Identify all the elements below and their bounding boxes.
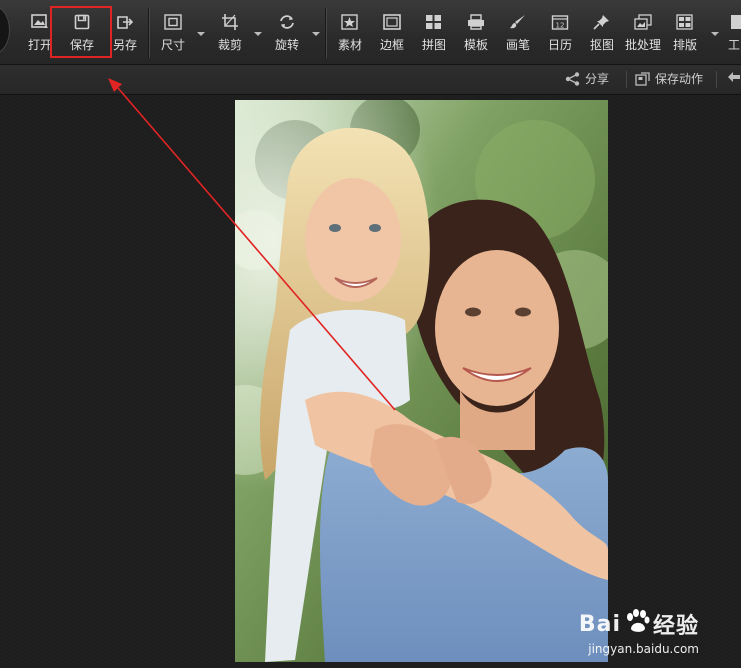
baidu-paw-icon xyxy=(624,609,650,639)
layout-label: 排版 xyxy=(673,38,698,52)
secondary-toolbar: 分享 保存动作 xyxy=(0,65,741,95)
tools-button[interactable]: 工 xyxy=(728,12,741,58)
rotate-dropdown-arrow[interactable] xyxy=(312,32,320,36)
batch-process-label: 批处理 xyxy=(625,38,662,52)
cutout-label: 抠图 xyxy=(590,38,615,52)
undo-arrow-icon xyxy=(728,72,740,82)
template-button[interactable]: 模板 xyxy=(464,12,488,58)
main-toolbar: 打开 保存 另存 尺寸 裁剪 旋转 素材 边框 拼图 模板 画笔 12 日历 抠… xyxy=(0,0,741,65)
collage-button[interactable]: 拼图 xyxy=(422,12,446,58)
crop-icon xyxy=(219,12,241,32)
save-as-icon xyxy=(114,12,136,32)
share-label: 分享 xyxy=(585,72,610,86)
calendar-icon: 12 xyxy=(549,12,571,32)
save-action-button[interactable]: 保存动作 xyxy=(635,70,703,87)
resize-button[interactable]: 尺寸 xyxy=(161,12,185,58)
watermark-brand-right: 经验 xyxy=(652,614,699,639)
share-button[interactable]: 分享 xyxy=(565,70,609,87)
calendar-label: 日历 xyxy=(548,38,573,52)
sticker-button[interactable]: 素材 xyxy=(338,12,362,58)
open-button[interactable]: 打开 xyxy=(28,12,52,58)
subbar-divider xyxy=(626,71,627,88)
image-canvas[interactable]: Bai 经验 jingyan.baidu.com xyxy=(0,95,741,668)
save-action-label: 保存动作 xyxy=(655,72,704,86)
brush-button[interactable]: 画笔 xyxy=(506,12,530,58)
collage-icon xyxy=(423,12,445,32)
svg-text:12: 12 xyxy=(556,22,565,30)
toolbar-divider xyxy=(325,8,326,58)
rotate-label: 旋转 xyxy=(275,38,300,52)
resize-icon xyxy=(162,12,184,32)
crop-button[interactable]: 裁剪 xyxy=(218,12,242,58)
layout-icon xyxy=(674,12,696,32)
open-image-icon xyxy=(29,12,51,32)
calendar-button[interactable]: 12 日历 xyxy=(548,12,572,58)
tools-icon xyxy=(728,12,741,32)
sticker-label: 素材 xyxy=(338,38,363,52)
toolbar-divider xyxy=(148,8,149,58)
save-as-label: 另存 xyxy=(113,38,138,52)
brush-label: 画笔 xyxy=(506,38,531,52)
frame-button[interactable]: 边框 xyxy=(380,12,404,58)
batch-process-button[interactable]: 批处理 xyxy=(625,12,661,58)
crop-label: 裁剪 xyxy=(218,38,243,52)
frame-icon xyxy=(381,12,403,32)
photo-editor-window: 打开 保存 另存 尺寸 裁剪 旋转 素材 边框 拼图 模板 画笔 12 日历 抠… xyxy=(0,0,741,668)
layout-button[interactable]: 排版 xyxy=(673,12,697,58)
cutout-button[interactable]: 抠图 xyxy=(590,12,614,58)
save-highlight-annotation xyxy=(50,6,112,58)
resize-dropdown-arrow[interactable] xyxy=(197,32,205,36)
crop-dropdown-arrow[interactable] xyxy=(254,32,262,36)
save-as-button[interactable]: 另存 xyxy=(113,12,137,58)
resize-label: 尺寸 xyxy=(161,38,186,52)
cutout-pin-icon xyxy=(591,12,613,32)
open-label: 打开 xyxy=(28,38,53,52)
sticker-icon xyxy=(339,12,361,32)
layout-dropdown-arrow[interactable] xyxy=(711,32,719,36)
photo-image xyxy=(235,100,608,662)
undo-button[interactable] xyxy=(727,70,741,84)
template-label: 模板 xyxy=(464,38,489,52)
frame-label: 边框 xyxy=(380,38,405,52)
template-icon xyxy=(465,12,487,32)
save-action-icon xyxy=(635,71,650,86)
collage-label: 拼图 xyxy=(422,38,447,52)
subbar-divider xyxy=(716,71,717,88)
tools-label: 工 xyxy=(728,38,741,52)
rotate-button[interactable]: 旋转 xyxy=(275,12,299,58)
app-logo[interactable] xyxy=(0,6,10,54)
batch-icon xyxy=(632,12,654,32)
share-icon xyxy=(565,71,580,86)
brush-icon xyxy=(507,12,529,32)
rotate-icon xyxy=(276,12,298,32)
photo-mother-and-daughter xyxy=(235,100,608,662)
